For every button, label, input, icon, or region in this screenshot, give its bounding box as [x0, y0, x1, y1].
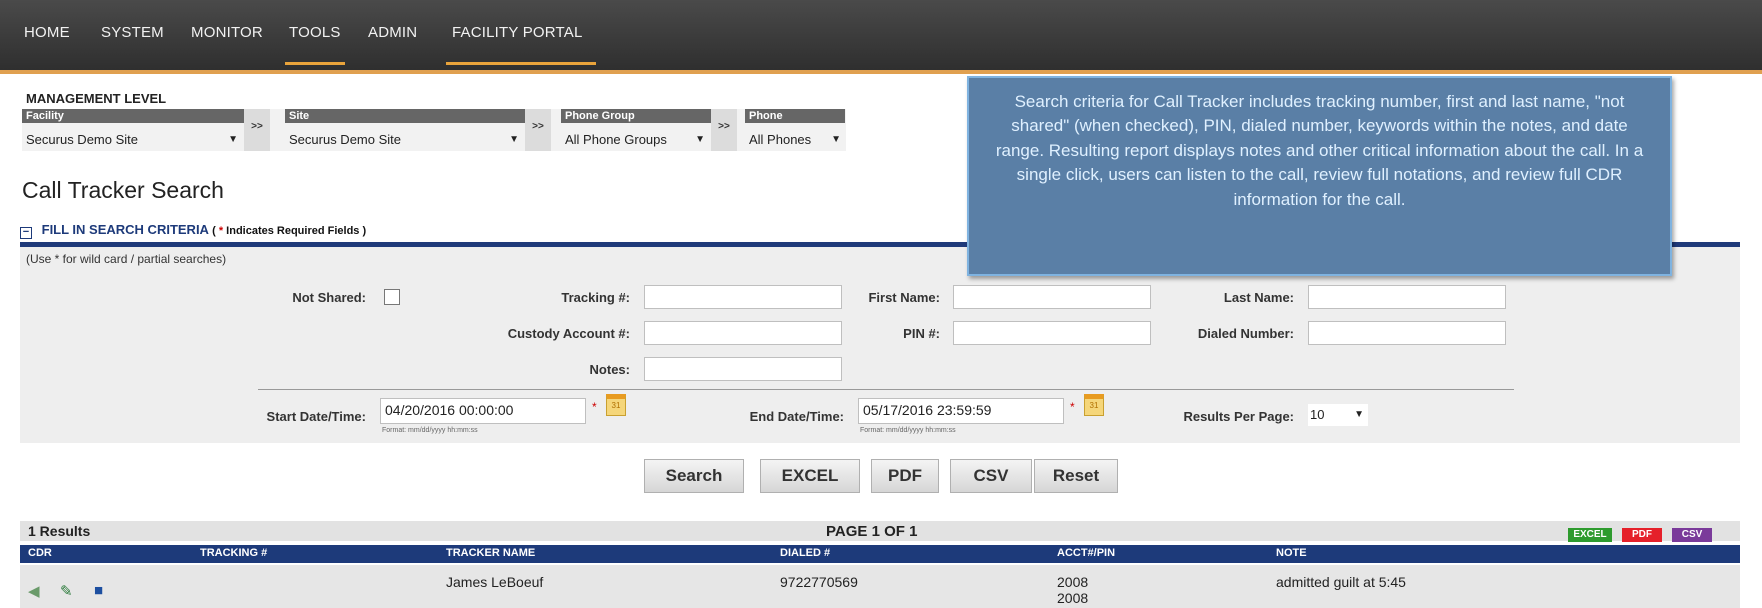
start-date-format-hint: Format: mm/dd/yyyy hh:mm:ss	[382, 427, 478, 434]
reset-button[interactable]: Reset	[1034, 459, 1118, 493]
phone-group-select[interactable]: All Phone Groups ▼	[563, 129, 709, 151]
required-note-text: Indicates Required Fields )	[223, 225, 367, 237]
nav-monitor[interactable]: MONITOR	[191, 24, 263, 41]
results-table-header	[20, 545, 1740, 563]
notes-label: Notes:	[589, 362, 630, 377]
export-excel-button[interactable]: EXCEL	[1568, 528, 1612, 542]
start-date-required-star: *	[592, 400, 597, 414]
column-header-dialed[interactable]: DIALED #	[780, 547, 830, 559]
tracking-input[interactable]	[644, 285, 842, 309]
column-header-note[interactable]: NOTE	[1276, 547, 1307, 559]
page-title: Call Tracker Search	[22, 177, 224, 203]
phone-select-value: All Phones	[749, 132, 812, 147]
search-criteria-header[interactable]: − FILL IN SEARCH CRITERIA ( * Indicates …	[20, 222, 366, 239]
results-count: 1 Results	[28, 523, 91, 539]
collapse-icon[interactable]: −	[20, 227, 32, 239]
callout-annotation: Search criteria for Call Tracker include…	[967, 76, 1672, 276]
start-date-label: Start Date/Time:	[266, 409, 366, 424]
facility-header: Facility	[22, 109, 244, 123]
required-note-open: (	[212, 225, 219, 237]
end-date-input[interactable]: 05/17/2016 23:59:59	[858, 398, 1064, 424]
phone-group-select-value: All Phone Groups	[565, 132, 667, 147]
calendar-icon[interactable]: 31	[606, 394, 626, 416]
end-date-label: End Date/Time:	[749, 409, 844, 424]
first-name-input[interactable]	[953, 285, 1151, 309]
results-per-page-select[interactable]: 10 ▼	[1308, 404, 1368, 426]
note-cell: admitted guilt at 5:45	[1276, 574, 1406, 590]
column-header-tracker-name[interactable]: TRACKER NAME	[446, 547, 535, 559]
search-button[interactable]: Search	[644, 459, 744, 493]
last-name-input[interactable]	[1308, 285, 1506, 309]
custody-account-label: Custody Account #:	[507, 326, 630, 341]
chevron-down-icon: ▼	[695, 134, 705, 145]
notes-icon[interactable]: ■	[94, 582, 103, 599]
facility-select-value: Securus Demo Site	[26, 132, 138, 147]
dialed-number-input[interactable]	[1308, 321, 1506, 345]
notes-input[interactable]	[644, 357, 842, 381]
chevron-down-icon: ▼	[228, 134, 238, 145]
nav-accent-line	[0, 70, 1762, 74]
site-header: Site	[285, 109, 525, 123]
tracking-label: Tracking #:	[561, 290, 630, 305]
facility-select[interactable]: Securus Demo Site ▼	[24, 129, 242, 151]
phone-header: Phone	[745, 109, 845, 123]
end-date-required-star: *	[1070, 400, 1075, 414]
form-divider	[258, 389, 1514, 390]
page-indicator: PAGE 1 OF 1	[826, 523, 918, 540]
end-date-format-hint: Format: mm/dd/yyyy hh:mm:ss	[860, 427, 956, 434]
column-header-tracking[interactable]: TRACKING #	[200, 547, 267, 559]
top-nav-bar: HOME SYSTEM MONITOR TOOLS ADMIN FACILITY…	[0, 0, 1762, 74]
table-row	[20, 565, 1740, 608]
nav-facility-portal[interactable]: FACILITY PORTAL	[446, 24, 596, 65]
pin-input[interactable]	[953, 321, 1151, 345]
custody-account-input[interactable]	[644, 321, 842, 345]
chevron-down-icon: ▼	[1354, 409, 1364, 420]
export-csv-button[interactable]: CSV	[1672, 528, 1712, 542]
start-date-input[interactable]: 04/20/2016 00:00:00	[380, 398, 586, 424]
management-level-title: MANAGEMENT LEVEL	[26, 91, 167, 106]
chevron-down-icon: ▼	[831, 134, 841, 145]
excel-button[interactable]: EXCEL	[760, 459, 860, 493]
search-criteria-title: FILL IN SEARCH CRITERIA	[41, 222, 209, 237]
calendar-icon[interactable]: 31	[1084, 394, 1104, 416]
phone-group-arrow: >>	[711, 109, 737, 151]
column-header-cdr[interactable]: CDR	[28, 547, 52, 559]
last-name-label: Last Name:	[1223, 290, 1294, 305]
nav-home[interactable]: HOME	[24, 24, 70, 41]
column-header-acct-pin[interactable]: ACCT#/PIN	[1057, 547, 1115, 559]
cdr-icon[interactable]: ✎	[60, 582, 73, 600]
not-shared-label: Not Shared:	[292, 290, 366, 305]
export-pdf-button[interactable]: PDF	[1622, 528, 1662, 542]
acct-cell: 2008	[1057, 574, 1089, 590]
facility-arrow: >>	[244, 109, 270, 151]
tracker-name-cell: James LeBoeuf	[446, 574, 544, 590]
phone-select[interactable]: All Phones ▼	[747, 129, 845, 151]
required-fields-note: ( * Indicates Required Fields )	[212, 225, 366, 237]
phone-group-header: Phone Group	[561, 109, 711, 123]
site-arrow: >>	[525, 109, 551, 151]
dialed-number-label: Dialed Number:	[1197, 326, 1294, 341]
results-per-page-label: Results Per Page:	[1183, 409, 1294, 424]
site-select-value: Securus Demo Site	[289, 132, 401, 147]
not-shared-checkbox[interactable]	[384, 289, 400, 305]
nav-system[interactable]: SYSTEM	[101, 24, 164, 41]
wildcard-note: (Use * for wild card / partial searches)	[26, 252, 227, 266]
pin-cell: 2008	[1057, 590, 1089, 606]
chevron-down-icon: ▼	[509, 134, 519, 145]
results-per-page-value: 10	[1310, 407, 1325, 422]
dialed-number-cell: 9722770569	[780, 574, 858, 590]
pin-label: PIN #:	[903, 326, 940, 341]
speaker-icon[interactable]: ◀	[28, 582, 40, 600]
site-select[interactable]: Securus Demo Site ▼	[287, 129, 523, 151]
nav-admin[interactable]: ADMIN	[368, 24, 417, 41]
pdf-button[interactable]: PDF	[871, 459, 939, 493]
nav-tools[interactable]: TOOLS	[285, 24, 345, 65]
first-name-label: First Name:	[868, 290, 940, 305]
csv-button[interactable]: CSV	[950, 459, 1032, 493]
